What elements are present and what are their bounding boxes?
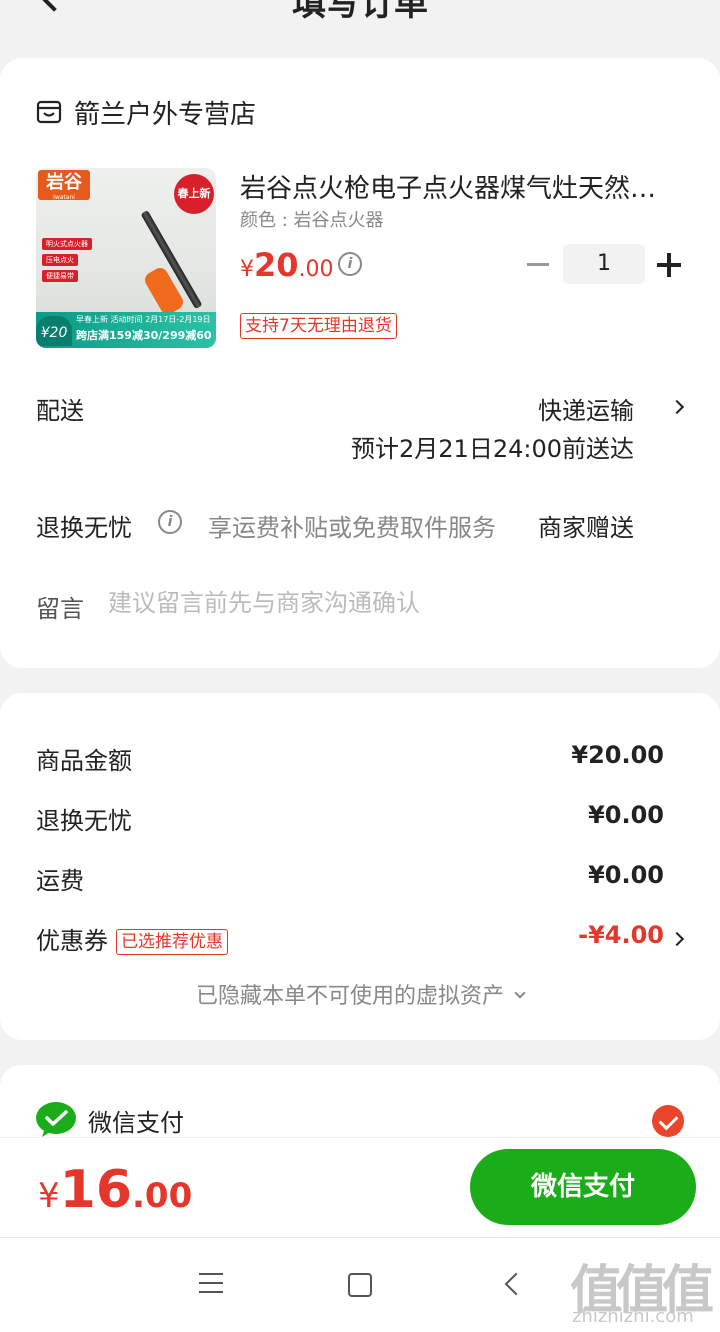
worry-free-label: 退换无忧 [36, 514, 132, 542]
message-label: 留言 [36, 595, 84, 623]
store-icon [36, 100, 62, 124]
order-item-card: 箭兰户外专营店 岩谷 Iwatani 春上新 明火式点火器 压电点火 便捷易带 … [0, 58, 720, 668]
summary-row-goods: 商品金额 ¥20.00 [36, 741, 664, 777]
quantity-increment-button[interactable] [657, 253, 681, 277]
order-total: ¥16.00 [38, 1160, 193, 1220]
product-image-promo-banner: ¥20 早春上新 活动时间 2月17日-2月19日 跨店满159减30/299减… [36, 312, 216, 348]
delivery-chevron-icon[interactable] [669, 399, 685, 415]
worry-free-desc: 享运费补贴或免费取件服务 [208, 514, 496, 542]
price-info-icon[interactable]: i [338, 252, 362, 276]
product-image-badge: 春上新 [174, 174, 214, 214]
product-spec: 颜色 : 岩谷点火器 [240, 210, 384, 231]
goods-amount-value: ¥20.00 [571, 741, 664, 769]
summary-row-coupon[interactable]: 优惠券 已选推荐优惠 -¥4.00 [36, 921, 664, 957]
product-image[interactable]: 岩谷 Iwatani 春上新 明火式点火器 压电点火 便捷易带 ¥20 早春上新… [36, 168, 216, 348]
hidden-assets-toggle[interactable]: 已隐藏本单不可使用的虚拟资产 [0, 978, 720, 1010]
coupon-tag: 已选推荐优惠 [116, 929, 228, 955]
product-image-feature: 压电点火 [42, 254, 78, 266]
worry-free-fee-value: ¥0.00 [588, 801, 664, 829]
shipping-label: 运费 [36, 867, 84, 895]
price-summary-card: 商品金额 ¥20.00 退换无忧 ¥0.00 运费 ¥0.00 优惠券 已选推荐优… [0, 693, 720, 1040]
product-image-feature: 便捷易带 [42, 270, 78, 282]
payment-option-wechat[interactable]: 微信支付 [36, 1101, 684, 1141]
payment-method-name: 微信支付 [88, 1109, 184, 1137]
product-price: ¥20.00 [240, 246, 334, 284]
shipping-value: ¥0.00 [588, 861, 664, 889]
menu-icon[interactable] [199, 1273, 223, 1293]
coupon-chevron-icon[interactable] [669, 931, 685, 947]
store-name: 箭兰户外专营店 [74, 99, 257, 130]
wechat-pay-icon [36, 1102, 76, 1137]
worry-free-value: 商家赠送 [538, 514, 634, 542]
delivery-label: 配送 [36, 397, 84, 425]
page-title: 填写订单 [292, 0, 428, 24]
return-policy-tag: 支持7天无理由退货 [240, 313, 397, 339]
product-image-brand-logo: 岩谷 Iwatani [38, 170, 90, 201]
delivery-method[interactable]: 快递运输 [538, 391, 634, 426]
home-icon[interactable] [348, 1273, 372, 1297]
worry-free-info-icon[interactable]: i [158, 510, 182, 534]
coupon-value: -¥4.00 [578, 921, 664, 949]
watermark-logo: 值值值 zhizhizhi.com [570, 1261, 714, 1327]
pay-button[interactable]: 微信支付 [470, 1149, 696, 1225]
checkout-bar: ¥16.00 微信支付 [0, 1137, 720, 1237]
message-input[interactable] [108, 585, 668, 621]
header-bar: 填写订单 [0, 0, 720, 38]
chevron-down-icon [514, 987, 526, 999]
coupon-label: 优惠券 已选推荐优惠 [36, 921, 228, 956]
back-icon[interactable] [504, 1272, 528, 1296]
quantity-input[interactable]: 1 [563, 244, 645, 284]
quantity-decrement-button[interactable] [527, 263, 549, 266]
summary-row-shipping: 运费 ¥0.00 [36, 861, 664, 897]
system-nav-bar: 值值值 zhizhizhi.com [0, 1237, 720, 1332]
delivery-eta: 预计2月21日24:00前送达 [351, 435, 634, 463]
product-title[interactable]: 岩谷点火枪电子点火器煤气灶天然燃气 [240, 168, 680, 205]
summary-row-worry-free: 退换无忧 ¥0.00 [36, 801, 664, 837]
product-image-feature: 明火式点火器 [42, 238, 92, 250]
worry-free-fee-label: 退换无忧 [36, 807, 132, 835]
store-row[interactable]: 箭兰户外专营店 [36, 94, 256, 130]
selected-check-icon[interactable] [652, 1105, 684, 1137]
goods-amount-label: 商品金额 [36, 747, 132, 775]
